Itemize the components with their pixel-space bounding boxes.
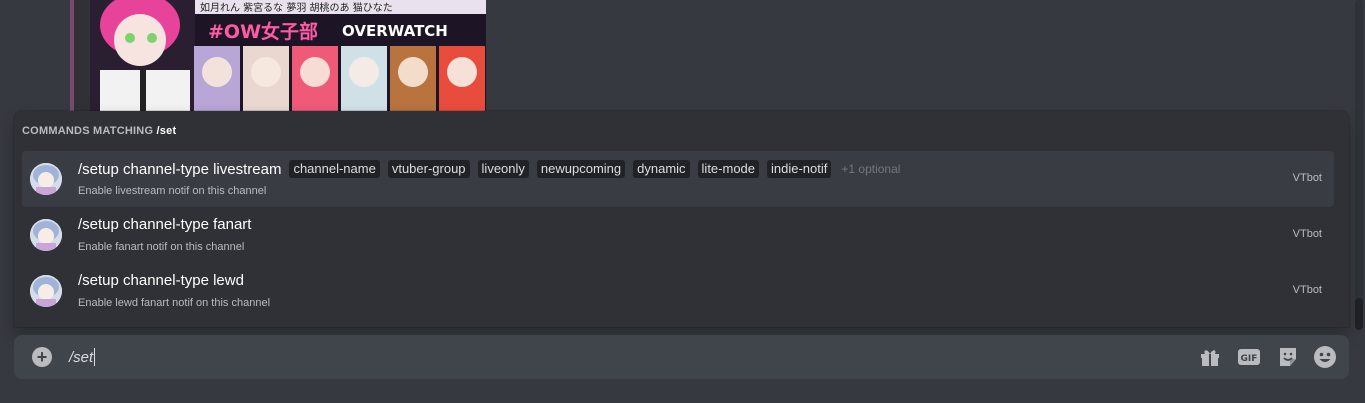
embed-image[interactable]: 如月れん 紫宮るな 夢羽 胡桃のあ 猫ひなた #OW女子部 OVERWATCH bbox=[90, 0, 486, 112]
command-option[interactable]: /setup channel-type fanart Enable fanart… bbox=[22, 207, 1334, 263]
option-chip: lite-mode bbox=[697, 160, 760, 178]
sticker-icon[interactable] bbox=[1276, 345, 1300, 369]
message-input-text: /set bbox=[69, 348, 94, 366]
add-attachment-icon[interactable]: + bbox=[32, 347, 52, 367]
svg-text:OVERWATCH: OVERWATCH bbox=[342, 22, 448, 40]
autocomplete-header-label: COMMANDS MATCHING bbox=[22, 125, 157, 137]
option-chip: dynamic bbox=[633, 160, 690, 178]
command-bot-name: VTbot bbox=[1292, 228, 1322, 240]
svg-text:#OW女子部: #OW女子部 bbox=[208, 20, 318, 43]
svg-text:GIF: GIF bbox=[1241, 354, 1258, 364]
command-name: /setup channel-type fanart bbox=[78, 216, 252, 233]
option-chip: newupcoming bbox=[536, 160, 626, 178]
option-chip: indie-notif bbox=[767, 160, 832, 178]
gift-icon[interactable] bbox=[1198, 345, 1222, 369]
command-name: /setup channel-type lewd bbox=[78, 272, 244, 289]
autocomplete-header: COMMANDS MATCHING /set bbox=[22, 125, 176, 137]
gif-icon[interactable]: GIF bbox=[1237, 345, 1261, 369]
emoji-icon[interactable] bbox=[1313, 345, 1337, 369]
message-input[interactable]: /set bbox=[69, 347, 96, 367]
bot-avatar bbox=[30, 275, 62, 307]
scrollbar-track[interactable] bbox=[1355, 0, 1363, 330]
command-option[interactable]: /setup channel-type lewd Enable lewd fan… bbox=[22, 263, 1334, 319]
command-autocomplete: COMMANDS MATCHING /set /setup channel-ty… bbox=[14, 111, 1349, 327]
command-title: /setup channel-type fanart bbox=[78, 216, 259, 233]
bot-avatar bbox=[30, 219, 62, 251]
scrollbar-thumb[interactable] bbox=[1355, 298, 1363, 330]
command-option[interactable]: /setup channel-type livestream channel-n… bbox=[22, 151, 1334, 207]
autocomplete-query: /set bbox=[156, 125, 177, 137]
option-chip: vtuber-group bbox=[387, 160, 470, 178]
command-name: /setup channel-type livestream bbox=[78, 160, 282, 178]
more-options-label: +1 optional bbox=[841, 162, 901, 176]
svg-text:如月れん 紫宮るな 夢羽 胡桃のあ 猫ひなた: 如月れん 紫宮るな 夢羽 胡桃のあ 猫ひなた bbox=[200, 1, 393, 14]
message-embed: 如月れん 紫宮るな 夢羽 胡桃のあ 猫ひなた #OW女子部 OVERWATCH bbox=[70, 0, 486, 112]
option-chip: liveonly bbox=[477, 160, 529, 178]
command-description: Enable livestream notif on this channel bbox=[78, 185, 267, 197]
text-caret bbox=[94, 348, 96, 366]
command-title: /setup channel-type lewd bbox=[78, 272, 252, 289]
command-description: Enable lewd fanart notif on this channel bbox=[78, 297, 271, 309]
command-bot-name: VTbot bbox=[1292, 172, 1322, 184]
message-input-bar: + /set GIF bbox=[14, 335, 1349, 379]
command-description: Enable fanart notif on this channel bbox=[78, 241, 245, 253]
bot-avatar bbox=[30, 163, 62, 195]
option-chip: channel-name bbox=[289, 160, 380, 178]
command-title: /setup channel-type livestream channel-n… bbox=[78, 160, 900, 178]
command-bot-name: VTbot bbox=[1292, 284, 1322, 296]
